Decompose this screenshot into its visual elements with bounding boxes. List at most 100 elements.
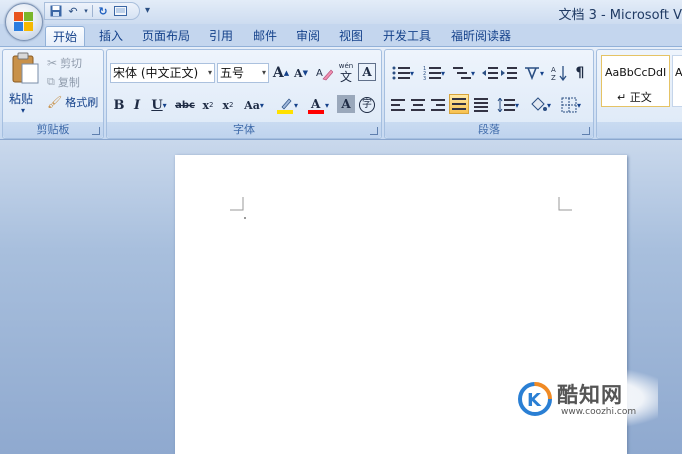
svg-text:K: K — [527, 390, 542, 411]
scissors-icon: ✂ — [47, 56, 58, 70]
coozhi-logo-icon: K — [518, 382, 552, 416]
paragraph-group: ▾ 1 2 3 ▾ ▾ ▾ AZ ¶ ▾ ▾ ▾ 段落 — [384, 49, 594, 139]
chinese-layout-button[interactable]: ▾ — [521, 63, 547, 83]
svg-text:A: A — [551, 66, 556, 74]
paste-label: 粘贴 — [9, 92, 34, 106]
ribbon: 粘贴 ▾ ✂ 剪切 ⧉ 复制 🖌 格式刷 剪贴板 宋体 (中文正文) ▾ 五号 ▾ … — [0, 46, 682, 140]
align-left-icon — [391, 99, 405, 111]
style-normal[interactable]: AaBbCcDdI ↵ 正文 — [601, 55, 670, 107]
ribbon-tabs: 开始 插入 页面布局 引用 邮件 审阅 视图 开发工具 福昕阅读器 — [0, 24, 682, 46]
font-name-dropdown-icon: ▾ — [207, 68, 212, 77]
line-spacing-button[interactable]: ▾ — [494, 95, 522, 115]
align-left-button[interactable] — [389, 95, 407, 115]
font-color-icon: A — [307, 97, 324, 114]
office-button[interactable] — [5, 3, 43, 41]
bold-button[interactable]: B — [111, 95, 127, 115]
tab-developer[interactable]: 开发工具 — [376, 26, 438, 46]
window-title: 文档 3 - Microsoft V — [558, 8, 682, 23]
paste-button[interactable]: 粘贴 ▾ — [7, 52, 43, 120]
increase-indent-button[interactable] — [500, 63, 518, 83]
align-center-icon — [411, 99, 425, 111]
paragraph-launcher-icon[interactable] — [582, 127, 590, 135]
align-center-button[interactable] — [409, 95, 427, 115]
svg-text:A: A — [310, 97, 321, 111]
show-marks-button[interactable]: ¶ — [571, 63, 589, 83]
highlight-color-button[interactable]: ▾ — [273, 95, 301, 115]
font-size-select[interactable]: 五号 ▾ — [217, 63, 269, 83]
bullets-button[interactable]: ▾ — [388, 63, 418, 83]
line-spacing-icon — [497, 98, 515, 112]
highlight-swatch — [276, 110, 293, 114]
decrease-indent-button[interactable] — [481, 63, 499, 83]
font-color-button[interactable]: A ▾ — [304, 95, 332, 115]
cut-button[interactable]: ✂ 剪切 — [47, 53, 82, 73]
save-icon[interactable] — [49, 4, 63, 18]
multilevel-list-icon — [452, 67, 471, 79]
paste-dropdown-icon: ▾ — [21, 106, 26, 115]
tab-review[interactable]: 审阅 — [289, 26, 327, 46]
tab-insert[interactable]: 插入 — [92, 26, 130, 46]
phonetic-guide-button[interactable]: wén 文 — [336, 62, 356, 84]
numbering-button[interactable]: 1 2 3 ▾ — [419, 63, 449, 83]
font-group: 宋体 (中文正文) ▾ 五号 ▾ A ▲ A ▼ A wén 文 A B I U ▾ — [106, 49, 382, 139]
character-border-button[interactable]: A — [358, 63, 376, 81]
tab-view[interactable]: 视图 — [332, 26, 370, 46]
paste-icon — [12, 52, 39, 84]
sort-button[interactable]: AZ — [550, 63, 568, 83]
bullets-icon — [392, 66, 410, 80]
tab-foxit-reader[interactable]: 福昕阅读器 — [443, 26, 519, 46]
shading-button[interactable]: ▾ — [526, 95, 554, 115]
quick-access-toolbar: ↶ ▾ ↻ — [44, 2, 140, 20]
redo-icon[interactable]: ↻ — [96, 4, 110, 18]
grow-font-button[interactable]: A ▲ — [272, 63, 290, 83]
font-name-select[interactable]: 宋体 (中文正文) ▾ — [110, 63, 215, 83]
superscript-button[interactable]: x2 — [219, 95, 237, 115]
distributed-button[interactable] — [472, 95, 490, 115]
phonetic-char-icon: 文 — [339, 69, 352, 84]
tab-page-layout[interactable]: 页面布局 — [136, 26, 196, 46]
undo-dropdown-icon[interactable]: ▾ — [83, 4, 89, 18]
print-preview-icon[interactable] — [113, 4, 127, 18]
tab-references[interactable]: 引用 — [202, 26, 240, 46]
copy-button[interactable]: ⧉ 复制 — [47, 72, 80, 92]
customize-qat-icon[interactable]: ▾ — [145, 5, 150, 16]
borders-icon — [561, 97, 577, 113]
clear-formatting-button[interactable]: A — [314, 63, 334, 83]
clipboard-group: 粘贴 ▾ ✂ 剪切 ⧉ 复制 🖌 格式刷 剪贴板 — [2, 49, 104, 139]
watermark-url: www.coozhi.com — [561, 407, 637, 417]
align-right-button[interactable] — [429, 95, 447, 115]
subscript-button[interactable]: x2 — [199, 95, 217, 115]
svg-text:Z: Z — [551, 74, 556, 81]
font-size-dropdown-icon: ▾ — [261, 68, 266, 77]
format-painter-button[interactable]: 🖌 格式刷 — [47, 92, 98, 112]
underline-button[interactable]: U ▾ — [147, 95, 171, 115]
character-shading-button[interactable]: A — [337, 95, 355, 113]
copy-icon: ⧉ — [47, 75, 55, 88]
decrease-indent-icon — [482, 67, 498, 79]
tab-mailings[interactable]: 邮件 — [246, 26, 284, 46]
change-case-button[interactable]: Aa ▾ — [239, 95, 269, 115]
enclose-characters-button[interactable]: 字 — [358, 95, 376, 115]
office-logo-icon — [14, 12, 34, 32]
multilevel-list-button[interactable]: ▾ — [450, 63, 478, 83]
undo-icon[interactable]: ↶ — [66, 4, 80, 18]
paint-bucket-icon — [531, 97, 547, 111]
justify-icon — [452, 98, 466, 110]
strikethrough-button[interactable]: abc — [173, 95, 197, 115]
italic-button[interactable]: I — [129, 95, 145, 115]
svg-text:A: A — [316, 68, 323, 79]
shrink-font-button[interactable]: A ▼ — [292, 63, 310, 83]
margin-corner-top-right — [558, 197, 572, 211]
font-launcher-icon[interactable] — [370, 127, 378, 135]
distributed-icon — [474, 98, 488, 112]
margin-corner-top-left — [230, 197, 244, 211]
clear-format-icon: A — [316, 68, 333, 81]
text-cursor — [244, 217, 246, 219]
borders-button[interactable]: ▾ — [557, 95, 585, 115]
sort-icon: AZ — [551, 66, 567, 81]
clipboard-launcher-icon[interactable] — [92, 127, 100, 135]
justify-button[interactable] — [449, 94, 469, 114]
watermark-title: 酷知网 — [557, 383, 623, 407]
style-next[interactable]: A — [672, 55, 682, 107]
tab-home[interactable]: 开始 — [45, 26, 85, 46]
